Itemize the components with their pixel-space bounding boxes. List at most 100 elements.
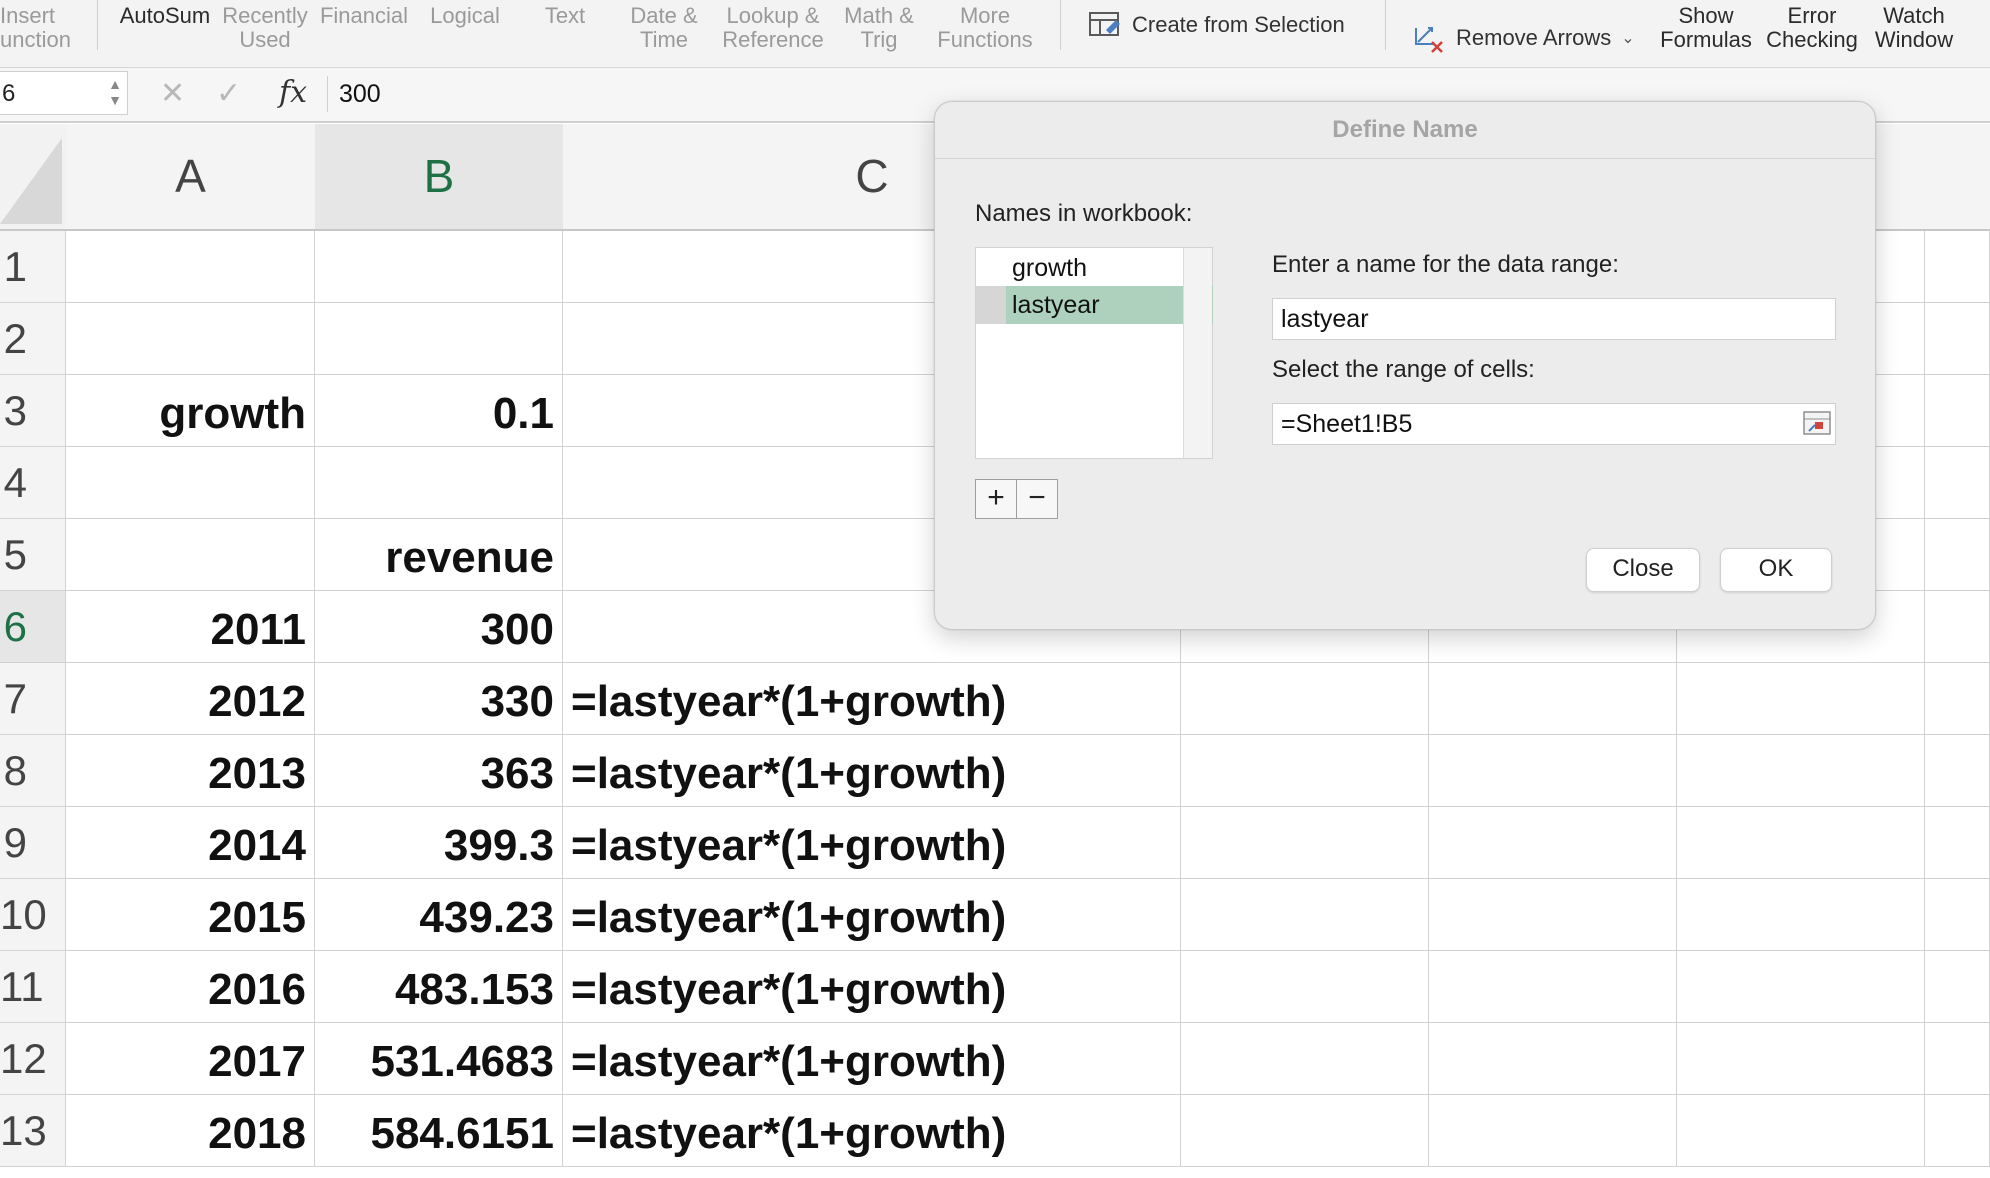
cell-b13[interactable]: 584.6151 <box>315 1095 563 1167</box>
names-list-scrollbar[interactable] <box>1183 248 1212 458</box>
column-header-b[interactable]: B <box>315 124 564 231</box>
cell-a13[interactable]: 2018 <box>66 1095 315 1167</box>
cell-b10[interactable]: 439.23 <box>315 879 563 951</box>
cell-f8[interactable] <box>1677 735 1925 807</box>
row-header-10[interactable]: 10 <box>0 879 66 951</box>
row-header-13[interactable]: 13 <box>0 1095 66 1167</box>
cell-g5[interactable] <box>1925 519 1990 591</box>
cell-c9[interactable]: =lastyear*(1+growth) <box>563 807 1181 879</box>
cell-a10[interactable]: 2015 <box>66 879 315 951</box>
cell-b12[interactable]: 531.4683 <box>315 1023 563 1095</box>
cell-f11[interactable] <box>1677 951 1925 1023</box>
row-header-5[interactable]: 5 <box>0 519 66 591</box>
remove-arrows-button[interactable]: Remove Arrows ⌄ <box>1412 22 1635 54</box>
cell-a2[interactable] <box>66 303 315 375</box>
confirm-icon[interactable]: ✓ <box>216 76 241 112</box>
row-header-9[interactable]: 9 <box>0 807 66 879</box>
cell-g10[interactable] <box>1925 879 1990 951</box>
cell-a12[interactable]: 2017 <box>66 1023 315 1095</box>
show-formulas-button[interactable]: Show Formulas <box>1656 4 1756 52</box>
cell-c11[interactable]: =lastyear*(1+growth) <box>563 951 1181 1023</box>
cell-g2[interactable] <box>1925 303 1990 375</box>
cell-c12[interactable]: =lastyear*(1+growth) <box>563 1023 1181 1095</box>
text-functions-button[interactable]: Text <box>535 4 595 28</box>
cell-b11[interactable]: 483.153 <box>315 951 563 1023</box>
financial-button[interactable]: Financial <box>318 4 410 28</box>
name-field[interactable]: lastyear <box>1272 298 1836 340</box>
cell-e12[interactable] <box>1429 1023 1677 1095</box>
names-list[interactable]: growth lastyear <box>975 247 1213 459</box>
cell-b1[interactable] <box>315 231 563 303</box>
more-functions-button[interactable]: More Functions <box>932 4 1038 52</box>
cell-c13[interactable]: =lastyear*(1+growth) <box>563 1095 1181 1167</box>
autosum-button[interactable]: AutoSum <box>116 4 214 28</box>
cell-a8[interactable]: 2013 <box>66 735 315 807</box>
cell-a11[interactable]: 2016 <box>66 951 315 1023</box>
row-header-1[interactable]: 1 <box>0 231 66 303</box>
remove-name-button[interactable]: − <box>1016 479 1058 519</box>
logical-button[interactable]: Logical <box>425 4 505 28</box>
cell-e8[interactable] <box>1429 735 1677 807</box>
range-field[interactable]: =Sheet1!B5 <box>1272 403 1836 445</box>
cell-g4[interactable] <box>1925 447 1990 519</box>
cell-a4[interactable] <box>66 447 315 519</box>
cell-c10[interactable]: =lastyear*(1+growth) <box>563 879 1181 951</box>
cell-a5[interactable] <box>66 519 315 591</box>
row-header-8[interactable]: 8 <box>0 735 66 807</box>
date-time-button[interactable]: Date & Time <box>620 4 708 52</box>
cell-g1[interactable] <box>1925 231 1990 303</box>
cell-f13[interactable] <box>1677 1095 1925 1167</box>
row-header-3[interactable]: 3 <box>0 375 66 447</box>
recently-used-button[interactable]: Recently Used <box>218 4 312 52</box>
cell-g12[interactable] <box>1925 1023 1990 1095</box>
cell-e11[interactable] <box>1429 951 1677 1023</box>
cell-d10[interactable] <box>1181 879 1429 951</box>
row-header-12[interactable]: 12 <box>0 1023 66 1095</box>
cell-g3[interactable] <box>1925 375 1990 447</box>
cell-e13[interactable] <box>1429 1095 1677 1167</box>
row-header-6[interactable]: 6 <box>0 591 66 663</box>
cell-b2[interactable] <box>315 303 563 375</box>
ok-button[interactable]: OK <box>1720 548 1832 592</box>
cell-f12[interactable] <box>1677 1023 1925 1095</box>
cell-b8[interactable]: 363 <box>315 735 563 807</box>
row-header-7[interactable]: 7 <box>0 663 66 735</box>
cell-c7[interactable]: =lastyear*(1+growth) <box>563 663 1181 735</box>
cell-g7[interactable] <box>1925 663 1990 735</box>
watch-window-button[interactable]: Watch Window <box>1866 4 1962 52</box>
cell-a9[interactable]: 2014 <box>66 807 315 879</box>
cell-e7[interactable] <box>1429 663 1677 735</box>
row-header-4[interactable]: 4 <box>0 447 66 519</box>
cell-d11[interactable] <box>1181 951 1429 1023</box>
chevron-down-icon[interactable]: ⌄ <box>1621 28 1634 48</box>
cell-f7[interactable] <box>1677 663 1925 735</box>
range-picker-icon[interactable] <box>1803 411 1831 435</box>
cell-g9[interactable] <box>1925 807 1990 879</box>
cell-f9[interactable] <box>1677 807 1925 879</box>
formula-input[interactable]: 300 <box>339 76 939 112</box>
name-box-stepper-icon[interactable]: ▲ ▼ <box>106 76 124 110</box>
math-trig-button[interactable]: Math & Trig <box>835 4 923 52</box>
cell-a1[interactable] <box>66 231 315 303</box>
cell-b9[interactable]: 399.3 <box>315 807 563 879</box>
cell-a3[interactable]: growth <box>66 375 315 447</box>
cell-e10[interactable] <box>1429 879 1677 951</box>
add-name-button[interactable]: + <box>975 479 1017 519</box>
close-button[interactable]: Close <box>1586 548 1700 592</box>
cell-g8[interactable] <box>1925 735 1990 807</box>
cell-d8[interactable] <box>1181 735 1429 807</box>
insert-function-fx-icon[interactable]: fx <box>279 75 307 111</box>
create-from-selection-button[interactable]: Create from Selection <box>1088 10 1345 40</box>
cell-f10[interactable] <box>1677 879 1925 951</box>
lookup-reference-button[interactable]: Lookup & Reference <box>718 4 828 52</box>
row-header-2[interactable]: 2 <box>0 303 66 375</box>
error-checking-button[interactable]: Error Checking <box>1762 4 1862 52</box>
cell-d12[interactable] <box>1181 1023 1429 1095</box>
column-header-a[interactable]: A <box>66 124 316 231</box>
cell-b7[interactable]: 330 <box>315 663 563 735</box>
cell-b3[interactable]: 0.1 <box>315 375 563 447</box>
cell-c8[interactable]: =lastyear*(1+growth) <box>563 735 1181 807</box>
cell-a7[interactable]: 2012 <box>66 663 315 735</box>
cell-d13[interactable] <box>1181 1095 1429 1167</box>
cell-b6[interactable]: 300 <box>315 591 563 663</box>
